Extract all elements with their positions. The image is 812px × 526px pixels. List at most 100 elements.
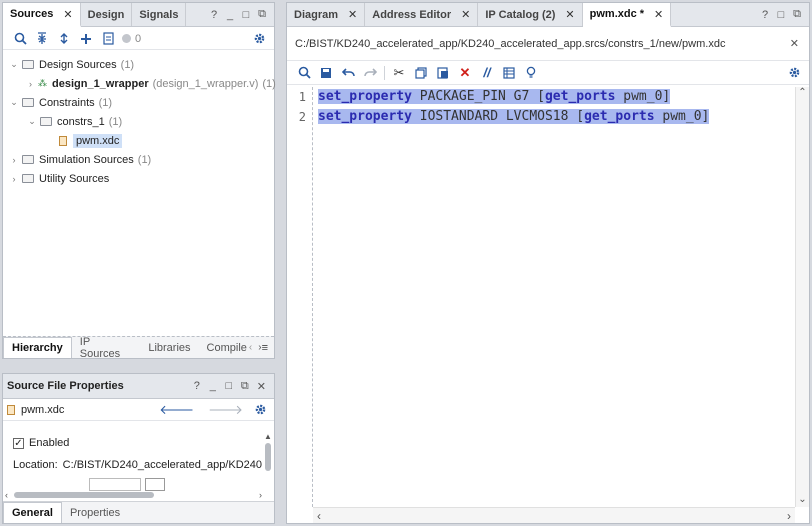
tabs-menu-icon[interactable]: ≡ [262, 342, 268, 354]
close-icon[interactable]: ✕ [654, 8, 663, 21]
sources-tree: ⌄ Design Sources (1) › ⁂ design_1_wrappe… [3, 55, 276, 188]
minimize-icon[interactable]: _ [209, 380, 217, 392]
code-line[interactable]: set_property PACKAGE_PIN G7 [get_ports p… [318, 87, 795, 107]
tab-properties[interactable]: Properties [62, 502, 128, 523]
properties-hscroll[interactable]: ‹ › [5, 490, 262, 500]
maximize-icon[interactable]: □ [225, 380, 233, 392]
gear-icon[interactable] [783, 63, 805, 83]
chevron-right-icon[interactable]: › [9, 155, 19, 165]
tree-item-design-sources[interactable]: ⌄ Design Sources (1) [3, 55, 274, 74]
code-line[interactable]: set_property IOSTANDARD LVCMOS18 [get_po… [318, 107, 795, 127]
forward-arrow-icon[interactable]: 🡒 [208, 402, 243, 418]
tab-diagram-label: Diagram [294, 8, 339, 21]
comment-icon[interactable]: // [476, 63, 498, 83]
code-keyword: get_ports [584, 109, 655, 124]
chevron-right-icon[interactable]: › [9, 174, 19, 184]
help-icon[interactable]: ? [761, 9, 769, 21]
close-icon[interactable]: ✕ [348, 8, 357, 21]
tree-label: constrs_1 [57, 115, 105, 128]
expand-all-icon[interactable] [53, 29, 75, 49]
document-icon[interactable] [97, 29, 119, 49]
tab-address-editor[interactable]: Address Editor ✕ [365, 3, 479, 26]
delete-icon[interactable]: ✕ [454, 63, 476, 83]
sources-toolbar: 0 [3, 28, 274, 50]
location-value: C:/BIST/KD240_accelerated_app/KD240 [62, 459, 262, 471]
add-icon[interactable] [75, 29, 97, 49]
tab-signals[interactable]: Signals [132, 3, 187, 26]
tab-design[interactable]: Design [81, 3, 133, 26]
type-field[interactable] [89, 477, 141, 491]
maximize-icon[interactable]: □ [777, 9, 785, 21]
properties-bottom-tabs: General Properties [3, 501, 274, 523]
redo-icon[interactable] [359, 63, 381, 83]
close-icon[interactable]: ✕ [257, 380, 266, 393]
maximize-icon[interactable]: □ [242, 9, 250, 21]
editor-hscroll[interactable]: ‹ › [313, 507, 795, 523]
save-icon[interactable] [315, 63, 337, 83]
tab-sources[interactable]: Sources ✕ [3, 3, 81, 27]
tree-item-pwm-xdc[interactable]: pwm.xdc [3, 131, 274, 150]
status-dot-icon [119, 29, 133, 49]
line-number: 1 [298, 90, 306, 104]
type-button[interactable] [145, 477, 165, 491]
folder-icon [22, 155, 34, 164]
close-icon[interactable]: ✕ [790, 37, 799, 50]
paste-icon[interactable] [432, 63, 454, 83]
tab-ip-sources[interactable]: IP Sources [72, 336, 141, 360]
tree-item-wrapper[interactable]: › ⁂ design_1_wrapper (design_1_wrapper.v… [3, 74, 276, 93]
chevron-down-icon[interactable]: ⌄ [9, 59, 19, 70]
tree-item-utility[interactable]: › Utility Sources [3, 169, 274, 188]
close-icon[interactable]: ✕ [565, 8, 574, 21]
tab-libraries[interactable]: Libraries [140, 337, 198, 358]
gear-icon[interactable] [248, 29, 270, 49]
close-icon[interactable]: ✕ [63, 8, 72, 21]
tab-hierarchy[interactable]: Hierarchy [3, 337, 72, 358]
tree-count: (1) [108, 115, 123, 128]
editor-vscroll[interactable]: ⌃ ⌄ [795, 87, 809, 507]
collapse-all-icon[interactable] [31, 29, 53, 49]
float-icon[interactable]: ⧉ [241, 380, 249, 393]
tab-general[interactable]: General [3, 502, 62, 523]
properties-vscroll[interactable]: ▲ [264, 432, 272, 492]
toolbar-separator [384, 65, 385, 80]
tab-compile[interactable]: Compile [199, 337, 249, 358]
search-icon[interactable] [293, 63, 315, 83]
cut-icon[interactable]: ✂ [388, 63, 410, 83]
code-editor[interactable]: 1 2 set_property PACKAGE_PIN G7 [get_por… [287, 87, 795, 507]
code-keyword: set_property [318, 89, 412, 104]
minimize-icon[interactable]: _ [226, 9, 234, 21]
tab-ip-catalog[interactable]: IP Catalog (2) ✕ [478, 3, 583, 26]
tab-diagram[interactable]: Diagram ✕ [287, 3, 366, 26]
folder-icon [22, 174, 34, 183]
file-icon [7, 404, 15, 415]
chevron-right-icon[interactable]: › [787, 509, 791, 523]
search-icon[interactable] [9, 29, 31, 49]
tree-count: (1) [120, 58, 135, 71]
chevron-down-icon[interactable]: ⌄ [27, 116, 37, 127]
lightbulb-icon[interactable] [520, 63, 542, 83]
close-icon[interactable]: ✕ [461, 8, 470, 21]
tree-item-constraints[interactable]: ⌄ Constraints (1) [3, 93, 274, 112]
back-arrow-icon[interactable]: 🡐 [159, 402, 194, 418]
float-icon[interactable]: ⧉ [258, 8, 266, 21]
tree-count: (1) [98, 96, 113, 109]
tree-item-simulation[interactable]: › Simulation Sources (1) [3, 150, 274, 169]
copy-icon[interactable] [410, 63, 432, 83]
file-icon [59, 135, 67, 146]
chevron-right-icon[interactable]: › [29, 79, 32, 89]
tree-label: Design Sources [39, 58, 117, 71]
help-icon[interactable]: ? [193, 380, 201, 392]
float-icon[interactable]: ⧉ [793, 8, 801, 21]
chevron-left-icon[interactable]: ‹ [249, 342, 252, 353]
undo-icon[interactable] [337, 63, 359, 83]
tab-pwm-xdc[interactable]: pwm.xdc * ✕ [582, 3, 672, 27]
tree-item-constrs[interactable]: ⌄ constrs_1 (1) [3, 112, 274, 131]
gear-icon[interactable] [249, 400, 271, 420]
enabled-checkbox[interactable]: ✓ [13, 437, 24, 449]
chevron-down-icon[interactable]: ⌄ [9, 97, 19, 108]
chevron-left-icon[interactable]: ‹ [317, 509, 321, 523]
properties-title: Source File Properties [7, 380, 124, 392]
code-lines: set_property PACKAGE_PIN G7 [get_ports p… [318, 87, 795, 127]
columns-icon[interactable] [498, 63, 520, 83]
help-icon[interactable]: ? [210, 9, 218, 21]
